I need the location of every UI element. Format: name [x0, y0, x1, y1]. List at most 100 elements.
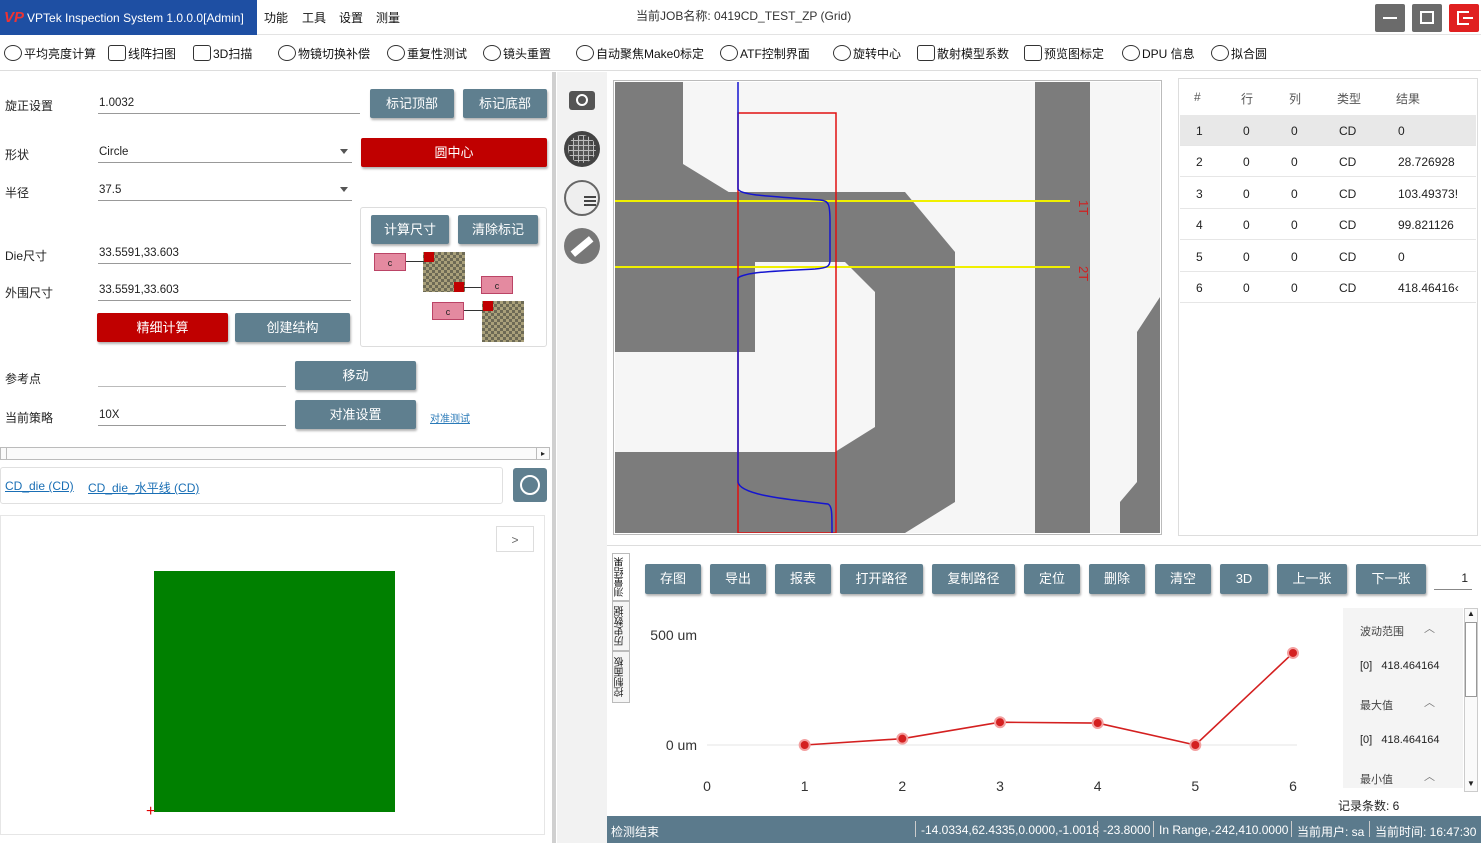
menu-tools[interactable]: 工具 [302, 9, 326, 26]
tool-avg-brightness[interactable]: 平均亮度计算 [4, 44, 96, 62]
series-line [804, 652, 1294, 746]
previous-button[interactable]: 上一张 [1277, 564, 1347, 594]
column-header-type[interactable]: 类型 [1337, 90, 1361, 107]
tab-control-panel[interactable]: 控制面板 [612, 651, 630, 703]
tool-scatter-model[interactable]: 散射模型系数 [917, 44, 1009, 62]
view-3d-button[interactable]: 3D [1220, 564, 1268, 594]
data-point[interactable] [798, 739, 811, 751]
table-row[interactable]: 5 0 0 CD 0 [1180, 241, 1476, 272]
mark-top-button[interactable]: 标记顶部 [370, 89, 454, 118]
tool-fit-circle[interactable]: 拟合圆 [1211, 44, 1267, 62]
shape-select[interactable]: Circle [98, 141, 352, 163]
chevron-up-icon[interactable]: ︿ [1424, 620, 1435, 636]
circle-center-button[interactable]: 圆中心 [361, 138, 547, 167]
die-size-input[interactable]: 33.5591,33.603 [98, 242, 351, 264]
outer-size-input[interactable]: 33.5591,33.603 [98, 279, 351, 301]
horizontal-scrollbar[interactable]: ▸ [0, 447, 550, 460]
align-settings-button[interactable]: 对准设置 [295, 400, 416, 429]
tool-line-scan[interactable]: 线阵扫图 [108, 44, 176, 62]
strategy-input[interactable]: 10X [98, 404, 286, 426]
expand-button[interactable]: > [496, 526, 534, 552]
locate-button[interactable]: 定位 [1024, 564, 1080, 594]
calc-size-button[interactable]: 计算尺寸 [371, 215, 449, 244]
corner-marker-3[interactable]: c [432, 302, 464, 320]
data-point[interactable] [1091, 717, 1104, 730]
chevron-up-icon[interactable]: ︿ [1424, 694, 1435, 710]
column-header-index[interactable]: # [1194, 90, 1201, 104]
fine-calc-button[interactable]: 精细计算 [97, 313, 228, 342]
data-point[interactable] [1287, 646, 1299, 659]
column-header-col[interactable]: 列 [1289, 90, 1301, 107]
wafer-list-button[interactable] [564, 180, 600, 216]
align-test-link[interactable]: 对准测试 [430, 410, 470, 425]
rotation-input[interactable]: 1.0032 [98, 92, 360, 114]
tool-repeatability-test[interactable]: 重复性测试 [387, 44, 467, 62]
export-button[interactable]: 导出 [710, 564, 766, 594]
tool-objective-compensation[interactable]: 物镜切换补偿 [278, 44, 370, 62]
measure-tool-button[interactable] [564, 228, 600, 264]
table-row[interactable]: 1 0 0 CD 0 [1180, 115, 1476, 146]
report-button[interactable]: 报表 [775, 564, 831, 594]
clear-mark-button[interactable]: 清除标记 [458, 215, 538, 244]
mark-bottom-button[interactable]: 标记底部 [463, 89, 547, 118]
menu-measure[interactable]: 测量 [376, 9, 400, 26]
scroll-thumb[interactable] [1465, 622, 1477, 697]
delete-button[interactable]: 删除 [1089, 564, 1145, 594]
tab-history-data[interactable]: 历史数据 [612, 601, 630, 651]
next-button[interactable]: 下一张 [1356, 564, 1426, 594]
corner-marker-1[interactable]: c [374, 253, 406, 271]
tool-rotation-center[interactable]: 旋转中心 [833, 44, 901, 62]
menu-function[interactable]: 功能 [264, 9, 288, 26]
save-image-button[interactable]: 存图 [645, 564, 701, 594]
structure-link-cd-die[interactable]: CD_die (CD) [5, 479, 74, 493]
move-button[interactable]: 移动 [295, 361, 416, 390]
scroll-right-icon[interactable]: ▸ [536, 448, 549, 459]
cell: 0 [1243, 187, 1250, 201]
page-number-input[interactable]: 1 [1434, 566, 1472, 590]
tab-measure-results[interactable]: 测量结果 [612, 553, 630, 601]
maximize-button[interactable] [1412, 4, 1442, 32]
data-point[interactable] [994, 716, 1006, 729]
camera-button[interactable] [564, 82, 600, 118]
tool-atf-control[interactable]: ATF控制界面 [720, 44, 810, 62]
open-path-button[interactable]: 打开路径 [840, 564, 923, 594]
create-structure-button[interactable]: 创建结构 [235, 313, 350, 342]
refresh-structure-button[interactable] [513, 468, 547, 502]
status-range: In Range,-242,410.0000 [1159, 823, 1289, 837]
inspection-image[interactable]: 1T 2T [615, 82, 1160, 533]
chevron-up-icon[interactable]: ︿ [1424, 768, 1435, 784]
scan-3d-icon [193, 45, 211, 61]
data-point[interactable] [1189, 739, 1202, 751]
grid-view-button[interactable] [564, 131, 600, 167]
copy-path-button[interactable]: 复制路径 [932, 564, 1015, 594]
table-row[interactable]: 6 0 0 CD 418.46416‹ [1180, 272, 1476, 303]
column-header-result[interactable]: 结果 [1396, 90, 1420, 107]
radius-select[interactable]: 37.5 [98, 179, 352, 201]
clear-button[interactable]: 清空 [1155, 564, 1211, 594]
table-row[interactable]: 3 0 0 CD 103.49373! [1180, 178, 1476, 209]
tool-autofocus-make0[interactable]: 自动聚焦Make0标定 [576, 44, 704, 62]
data-point[interactable] [896, 732, 909, 745]
column-header-row[interactable]: 行 [1241, 90, 1253, 107]
reset-icon [483, 45, 501, 61]
cell: CD [1339, 281, 1357, 295]
structure-link-cd-die-horizontal[interactable]: CD_die_水平线 (CD) [88, 479, 199, 496]
reference-point-select[interactable] [98, 365, 286, 387]
menu-settings[interactable]: 设置 [339, 9, 363, 26]
stats-scrollbar[interactable]: ▲ ▼ [1464, 608, 1478, 792]
table-row[interactable]: 4 0 0 CD 99.821126 [1180, 209, 1476, 240]
corner-marker-2[interactable]: c [481, 276, 513, 294]
gear-icon [1122, 45, 1140, 61]
splitter[interactable] [552, 72, 556, 843]
tool-dpu-info[interactable]: DPU 信息 [1122, 44, 1195, 62]
tool-3d-scan[interactable]: 3D扫描 [193, 44, 252, 62]
tool-lens-reset[interactable]: 镜头重置 [483, 44, 551, 62]
exit-button[interactable] [1449, 4, 1479, 32]
tool-preview-calibration[interactable]: 预览图标定 [1024, 44, 1104, 62]
table-row[interactable]: 2 0 0 CD 28.726928 [1180, 146, 1476, 177]
minimize-button[interactable] [1375, 4, 1405, 32]
scroll-left-icon[interactable] [1, 448, 7, 459]
scroll-up-icon[interactable]: ▲ [1465, 609, 1477, 621]
structure-list [0, 467, 503, 504]
scroll-down-icon[interactable]: ▼ [1465, 779, 1477, 791]
